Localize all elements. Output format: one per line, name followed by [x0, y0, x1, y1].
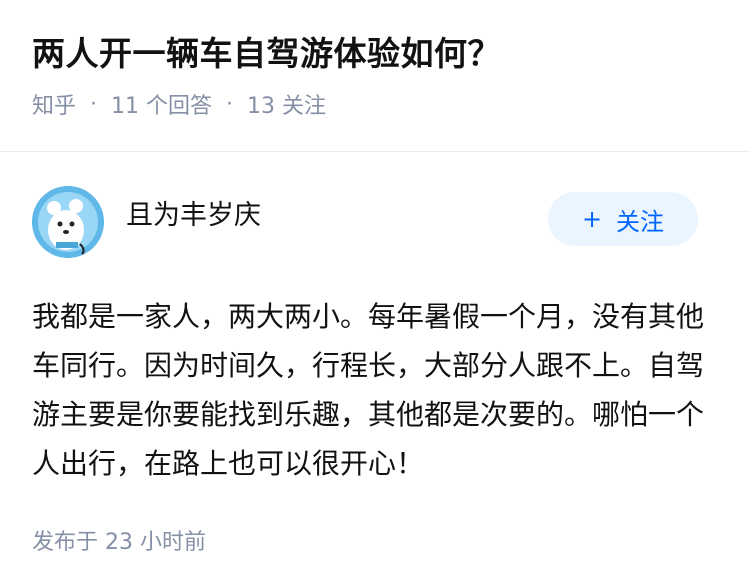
plus-icon: + [581, 205, 603, 233]
follow-button[interactable]: + 关注 [548, 192, 698, 246]
question-header: 两人开一辆车自驾游体验如何？ 知乎 · 11 个回答 · 13 关注 [0, 0, 750, 152]
question-meta: 知乎 · 11 个回答 · 13 关注 [32, 88, 718, 120]
avatar[interactable] [32, 186, 104, 258]
answers-count[interactable]: 11 个回答 [111, 88, 212, 120]
author-row: 且为丰岁庆 + 关注 [32, 182, 718, 262]
publish-time: 发布于 23 小时前 [32, 530, 206, 555]
source-label[interactable]: 知乎 [32, 88, 76, 120]
answer-content[interactable]: 我都是一家人，两大两小。每年暑假一个月，没有其他车同行。因为时间久，行程长，大部… [32, 292, 712, 488]
followers-count[interactable]: 13 关注 [247, 88, 326, 120]
answer-card: 且为丰岁庆 + 关注 我都是一家人，两大两小。每年暑假一个月，没有其他车同行。因… [0, 152, 750, 556]
question-title[interactable]: 两人开一辆车自驾游体验如何？ [32, 30, 718, 78]
meta-separator: · [90, 91, 98, 117]
cartoon-bear-avatar-icon [32, 186, 104, 258]
author-name[interactable]: 且为丰岁庆 [126, 193, 261, 232]
follow-label: 关注 [616, 207, 665, 236]
meta-separator: · [226, 91, 234, 117]
